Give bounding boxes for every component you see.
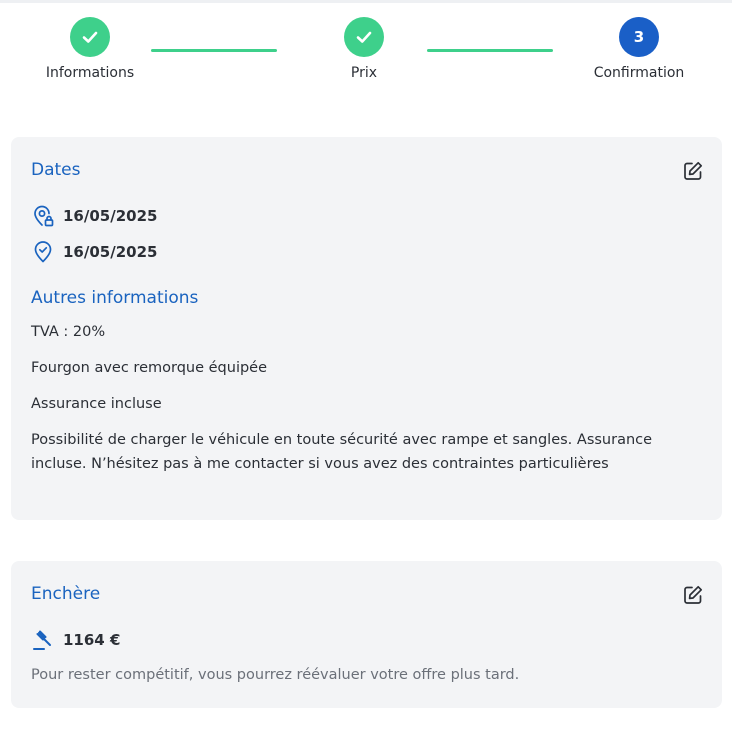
- gavel-icon: [31, 628, 55, 652]
- step-label: Prix: [350, 65, 378, 81]
- dates-card: Dates 16/05/2025 16/05/2025 Autres infor…: [11, 137, 722, 520]
- step-prix[interactable]: Prix: [294, 17, 434, 81]
- location-check-icon: [31, 240, 55, 264]
- other-info-title: Autres informations: [31, 288, 199, 308]
- edit-icon[interactable]: [682, 584, 704, 606]
- end-date: 16/05/2025: [63, 243, 158, 261]
- bid-amount-row: 1164 €: [31, 628, 120, 652]
- end-date-row: 16/05/2025: [31, 240, 157, 264]
- step-confirmation[interactable]: 3 Confirmation: [569, 17, 709, 81]
- insurance-text: Assurance incluse: [31, 396, 162, 412]
- step-number: 3: [619, 17, 659, 57]
- step-connector: [427, 49, 553, 52]
- dates-title: Dates: [31, 160, 81, 180]
- vehicle-text: Fourgon avec remorque équipée: [31, 360, 268, 376]
- step-connector: [151, 49, 277, 52]
- check-icon: [344, 17, 384, 57]
- bid-card: Enchère 1164 € Pour rester compétitif, v…: [11, 561, 722, 708]
- vat-text: TVA : 20%: [31, 324, 106, 340]
- step-label: Informations: [45, 65, 135, 81]
- start-date-row: 16/05/2025: [31, 204, 157, 228]
- location-lock-icon: [31, 204, 55, 228]
- check-icon: [70, 17, 110, 57]
- step-informations[interactable]: Informations: [20, 17, 160, 81]
- edit-icon[interactable]: [682, 160, 704, 182]
- bid-title: Enchère: [31, 584, 101, 604]
- start-date: 16/05/2025: [63, 207, 158, 225]
- description-text: Possibilité de charger le véhicule en to…: [31, 432, 653, 472]
- step-label: Confirmation: [593, 65, 685, 81]
- progress-stepper: Informations Prix 3 Confirmation: [0, 0, 732, 110]
- bid-note: Pour rester compétitif, vous pourrez réé…: [31, 667, 520, 683]
- bid-amount: 1164 €: [63, 631, 121, 649]
